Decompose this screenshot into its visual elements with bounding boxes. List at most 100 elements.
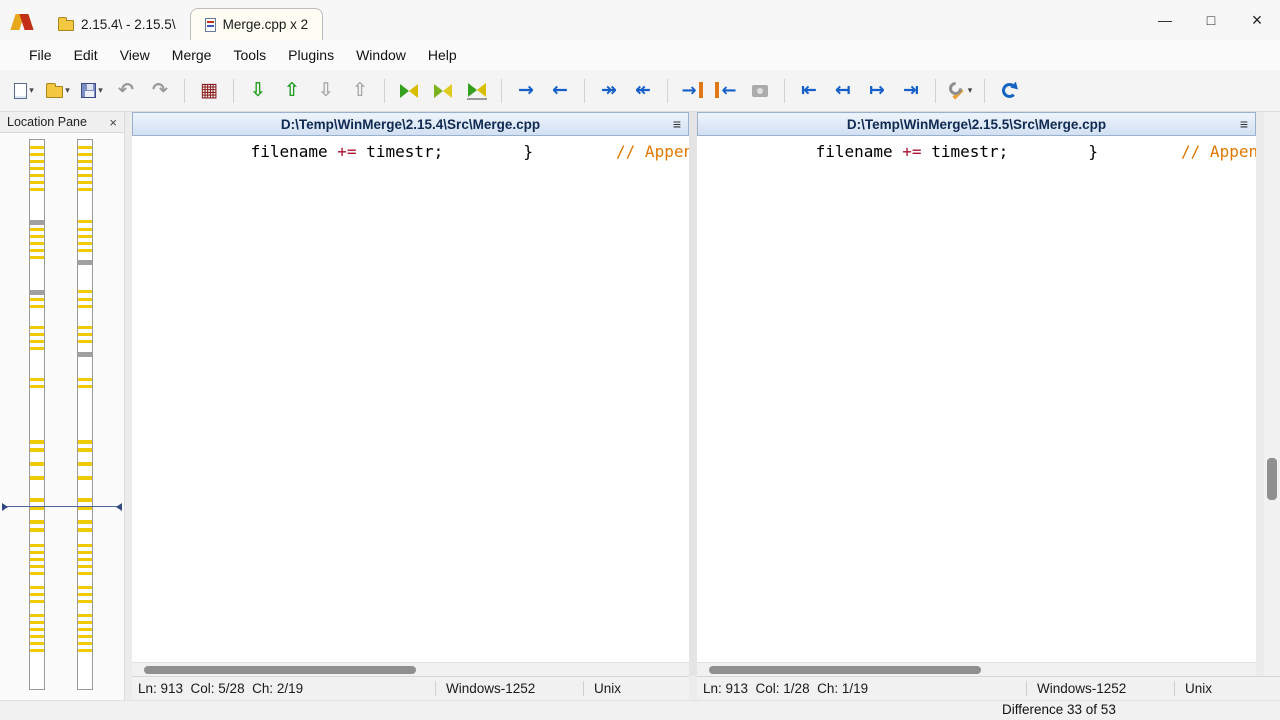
merge-bowtie-icon (399, 83, 419, 99)
prev-diff-button[interactable]: ↤ (827, 75, 859, 107)
diff-marker (78, 174, 92, 177)
wrench-icon (948, 82, 966, 100)
toolbar-separator (184, 79, 185, 103)
menu-edit[interactable]: Edit (63, 47, 109, 63)
next-diff-arrow-icon: ↦ (869, 81, 885, 100)
diff-marker (30, 235, 44, 238)
left-status-bar: Ln: 913 Col: 5/28 Ch: 2/19 Windows-1252 … (132, 676, 689, 700)
winmerge-window: 2.15.4\ - 2.15.5\ Merge.cpp x 2 — □ × Fi… (0, 0, 1280, 720)
location-map-left-strip[interactable] (29, 139, 45, 690)
right-status-eol: Unix (1174, 681, 1280, 696)
vscroll-thumb[interactable] (1267, 458, 1277, 500)
gray-down-arrow-icon: ⇩ (318, 81, 334, 100)
left-editor[interactable]: filename += timestr; } // Append filenam… (132, 136, 689, 662)
right-pane-header-bar[interactable]: D:\Temp\WinMerge\2.15.5\Src\Merge.cpp ≡ (697, 112, 1256, 136)
dropdown-arrow-icon[interactable]: ▾ (98, 85, 103, 96)
copy-all-left-button: ⇧ (344, 75, 376, 107)
window-controls: — □ × (1142, 0, 1280, 40)
code-line[interactable]: filename += timestr; (697, 142, 1008, 161)
new-file-icon (14, 83, 27, 99)
copy-left-advance-button[interactable]: ↞ (627, 75, 659, 107)
left-pane-header-bar[interactable]: D:\Temp\WinMerge\2.15.4\Src\Merge.cpp ≡ (132, 112, 689, 136)
dropdown-arrow-icon[interactable]: ▾ (29, 85, 34, 96)
menu-tools[interactable]: Tools (222, 47, 277, 63)
menubar: File Edit View Merge Tools Plugins Windo… (0, 40, 1280, 70)
right-hscroll-thumb[interactable] (709, 666, 981, 674)
menu-file[interactable]: File (18, 47, 63, 63)
copy-current-right-button[interactable]: → (510, 75, 542, 107)
location-viewport-indicator[interactable] (2, 506, 122, 507)
diff-marker (30, 305, 44, 308)
menu-view[interactable]: View (109, 47, 161, 63)
right-status-bar: Ln: 913 Col: 1/28 Ch: 1/19 Windows-1252 … (697, 676, 1280, 700)
close-button[interactable]: × (1234, 0, 1280, 40)
copy-right-button[interactable]: ⇩ (242, 75, 274, 107)
diff-marker (78, 249, 92, 252)
dropdown-arrow-icon[interactable]: ▾ (65, 85, 70, 96)
save-button[interactable]: ▾ (76, 75, 108, 107)
toolbar-separator (784, 79, 785, 103)
open-button[interactable]: ▾ (42, 75, 74, 107)
diff-marker (30, 565, 44, 568)
copy-current-left-button[interactable]: ← (544, 75, 576, 107)
right-editor[interactable]: filename += timestr; } // Append filenam… (697, 136, 1256, 662)
left-hscroll-thumb[interactable] (144, 666, 416, 674)
last-diff-button[interactable]: ⇥ (895, 75, 927, 107)
diff-marker (30, 385, 44, 388)
code-line[interactable]: filename += timestr; (132, 142, 443, 161)
location-map-right-strip[interactable] (77, 139, 93, 690)
menu-plugins[interactable]: Plugins (277, 47, 345, 63)
diff-marker (78, 621, 92, 624)
code-line[interactable]: } (1008, 142, 1098, 161)
diff-marker (30, 621, 44, 624)
pane-splitter[interactable] (689, 112, 697, 676)
diff-marker (78, 440, 92, 444)
options-button[interactable]: ▦ (193, 75, 225, 107)
plugins-button[interactable]: ▾ (944, 75, 976, 107)
blue-double-left-arrow-icon: ↞ (635, 81, 651, 100)
left-pane-menu-icon[interactable]: ≡ (673, 116, 681, 132)
diff-marker (78, 572, 92, 575)
left-horizontal-scrollbar[interactable] (132, 662, 689, 676)
copy-right-save-button[interactable]: → (676, 75, 708, 107)
diff-marker (78, 586, 92, 589)
tab-folder-compare[interactable]: 2.15.4\ - 2.15.5\ (44, 8, 190, 40)
arrow-into-box-left-icon: ← (715, 82, 736, 100)
vertical-scrollbar[interactable] (1264, 112, 1280, 676)
right-horizontal-scrollbar[interactable] (697, 662, 1256, 676)
green-up-arrow-icon: ⇧ (284, 81, 300, 100)
location-pane-close-button[interactable]: × (109, 115, 117, 130)
grid-icon: ▦ (200, 81, 218, 100)
dropdown-arrow-icon[interactable]: ▾ (968, 85, 973, 96)
refresh-button[interactable] (993, 75, 1025, 107)
next-diff-button[interactable]: ↦ (861, 75, 893, 107)
code-line[interactable]: // Append filename and extension (+ opti… (536, 142, 689, 161)
diff-marker (30, 544, 44, 547)
menu-window[interactable]: Window (345, 47, 417, 63)
right-pane-menu-icon[interactable]: ≡ (1240, 116, 1248, 132)
diff-marker (30, 228, 44, 231)
menu-merge[interactable]: Merge (161, 47, 223, 63)
copy-right-advance-button[interactable]: ↠ (593, 75, 625, 107)
first-diff-button[interactable]: ⇤ (793, 75, 825, 107)
diff-marker (30, 256, 44, 259)
new-button[interactable]: ▾ (8, 75, 40, 107)
code-line[interactable]: // Append filename and extension (+ opti… (1101, 142, 1256, 161)
copy-all-right-button: ⇩ (310, 75, 342, 107)
blue-double-right-arrow-icon: ↠ (601, 81, 617, 100)
maximize-button[interactable]: □ (1188, 0, 1234, 40)
left-status-line-info: Ln: 913 Col: 5/28 Ch: 2/19 (132, 681, 435, 696)
diff-marker (30, 586, 44, 589)
diff-marker (78, 160, 92, 163)
auto-merge-button[interactable] (393, 75, 425, 107)
merge-mode-button[interactable] (427, 75, 459, 107)
copy-left-save-button[interactable]: ← (710, 75, 742, 107)
copy-left-button[interactable]: ⇧ (276, 75, 308, 107)
left-pane-path: D:\Temp\WinMerge\2.15.4\Src\Merge.cpp (281, 117, 540, 132)
minimize-button[interactable]: — (1142, 0, 1188, 40)
code-line[interactable]: } (443, 142, 533, 161)
diff-marker (78, 378, 92, 381)
tab-file-compare[interactable]: Merge.cpp x 2 (190, 8, 324, 40)
merge-save-button[interactable] (461, 75, 493, 107)
menu-help[interactable]: Help (417, 47, 468, 63)
